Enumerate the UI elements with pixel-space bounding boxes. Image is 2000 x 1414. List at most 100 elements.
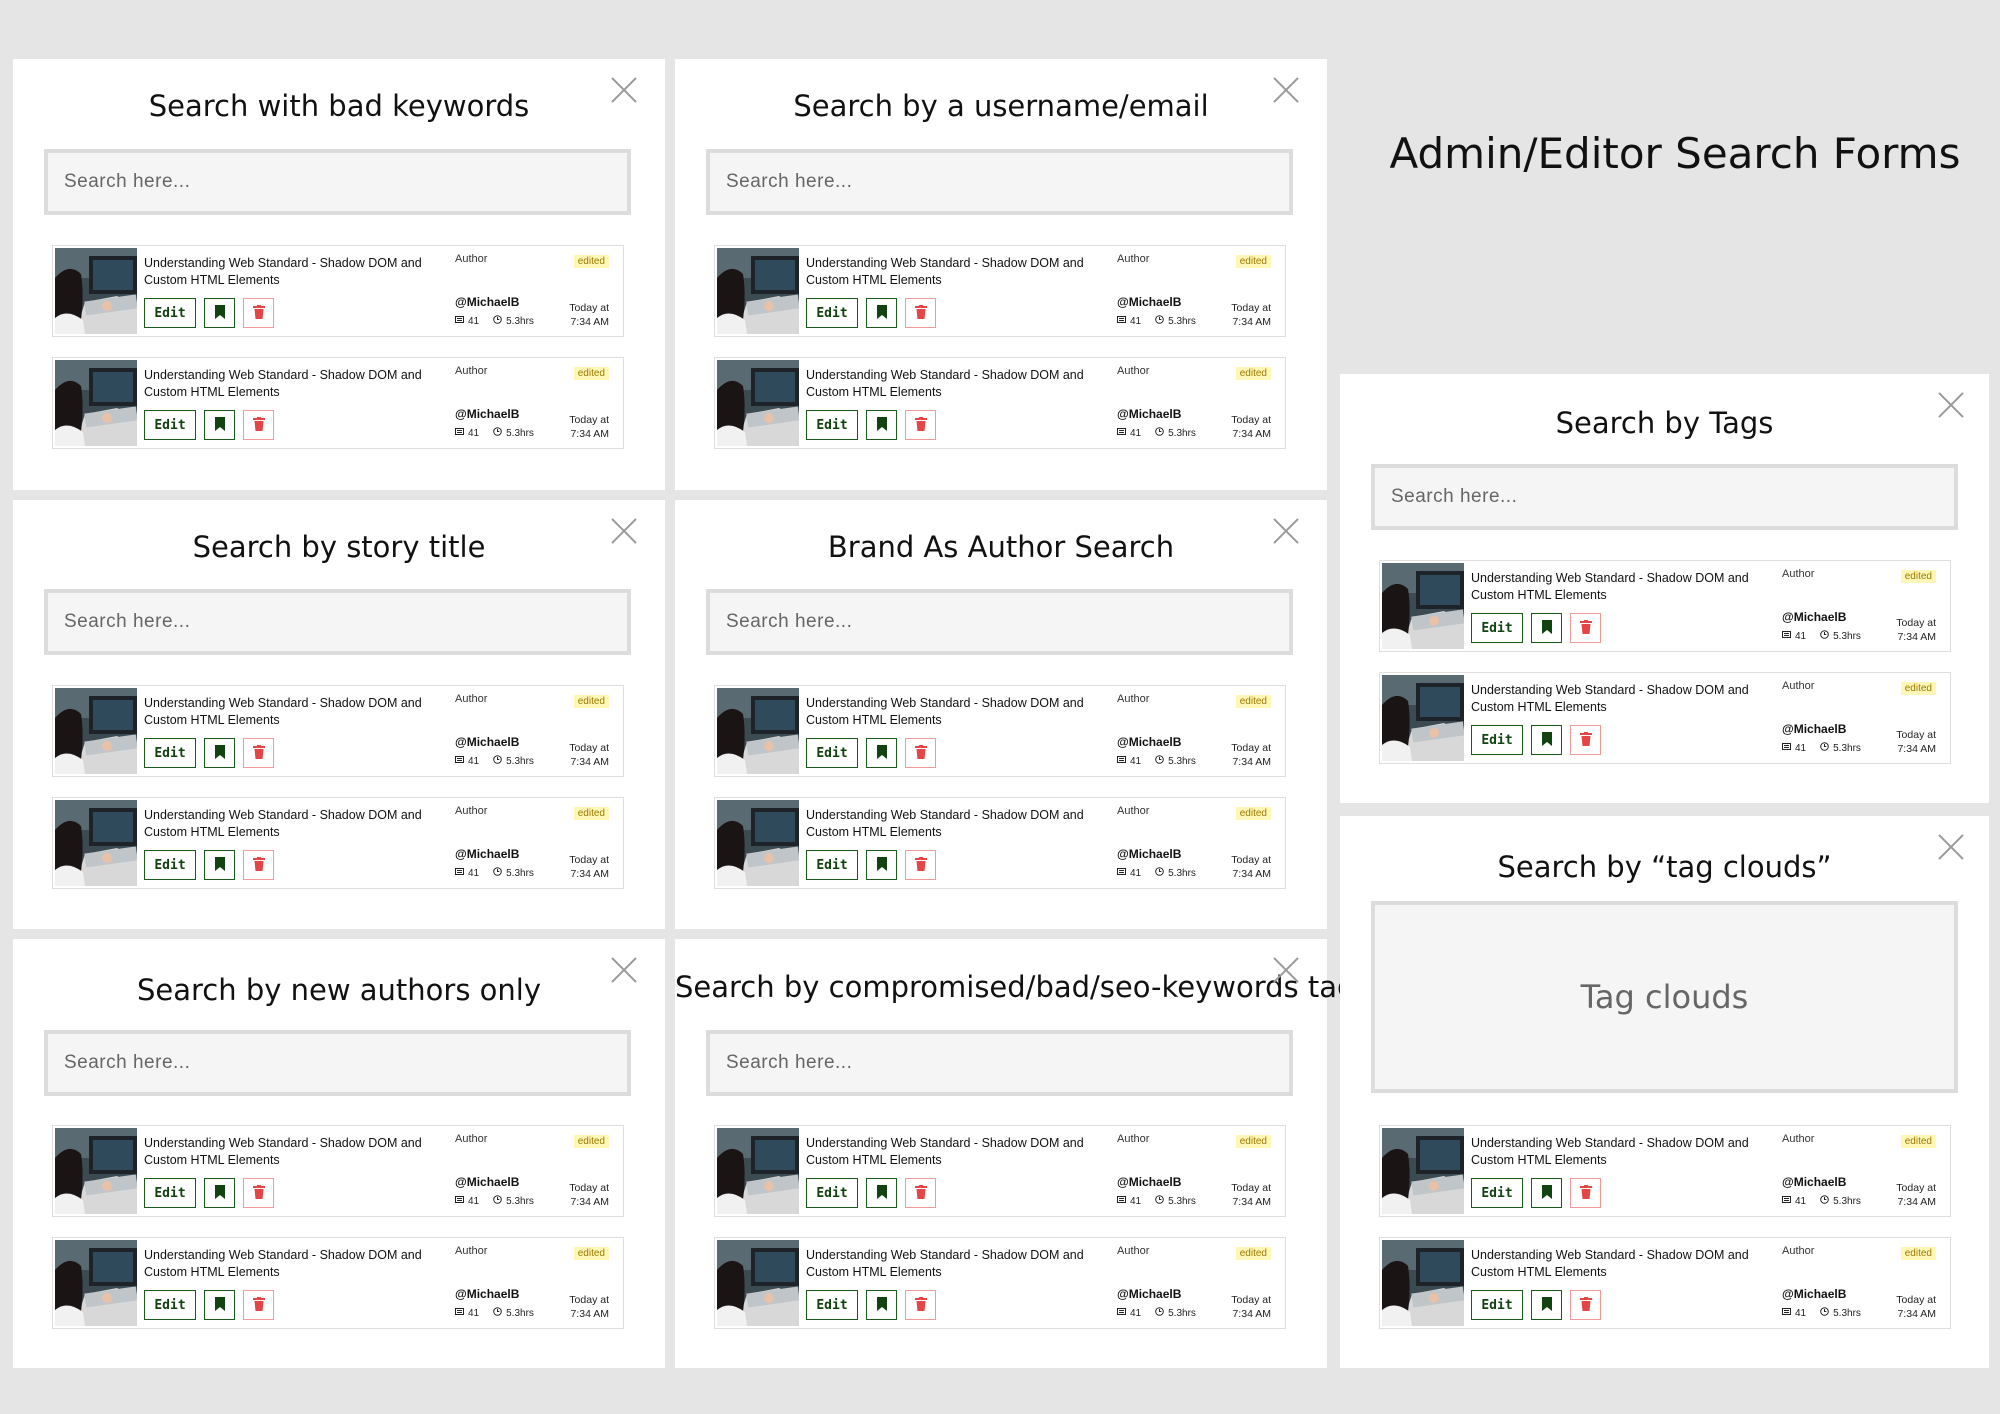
author-handle[interactable]: @MichaelB (455, 735, 519, 749)
bookmark-button[interactable] (1531, 1290, 1562, 1320)
close-icon[interactable] (1272, 517, 1300, 545)
search-input[interactable] (44, 1030, 631, 1096)
story-card[interactable]: Understanding Web Standard - Shadow DOM … (52, 245, 624, 337)
tag-cloud-area[interactable]: Tag clouds (1371, 901, 1958, 1093)
story-title[interactable]: Understanding Web Standard - Shadow DOM … (144, 367, 444, 401)
delete-button[interactable] (243, 410, 274, 440)
story-title[interactable]: Understanding Web Standard - Shadow DOM … (1471, 570, 1771, 604)
delete-button[interactable] (1570, 613, 1601, 643)
author-handle[interactable]: @MichaelB (1117, 1287, 1181, 1301)
delete-button[interactable] (905, 1290, 936, 1320)
delete-button[interactable] (1570, 1178, 1601, 1208)
close-icon[interactable] (1272, 956, 1300, 984)
author-handle[interactable]: @MichaelB (1117, 847, 1181, 861)
story-title[interactable]: Understanding Web Standard - Shadow DOM … (806, 807, 1106, 841)
bookmark-button[interactable] (1531, 613, 1562, 643)
story-title[interactable]: Understanding Web Standard - Shadow DOM … (144, 255, 444, 289)
story-title[interactable]: Understanding Web Standard - Shadow DOM … (1471, 682, 1771, 716)
author-handle[interactable]: @MichaelB (455, 847, 519, 861)
search-input[interactable] (706, 589, 1293, 655)
edit-button[interactable]: Edit (1471, 1290, 1523, 1320)
edit-button[interactable]: Edit (144, 410, 196, 440)
story-card[interactable]: Understanding Web Standard - Shadow DOM … (1379, 672, 1951, 764)
search-input[interactable] (706, 1030, 1293, 1096)
story-title[interactable]: Understanding Web Standard - Shadow DOM … (144, 1135, 444, 1169)
author-handle[interactable]: @MichaelB (455, 295, 519, 309)
author-handle[interactable]: @MichaelB (1782, 610, 1846, 624)
story-card[interactable]: Understanding Web Standard - Shadow DOM … (52, 797, 624, 889)
story-card[interactable]: Understanding Web Standard - Shadow DOM … (714, 245, 1286, 337)
bookmark-button[interactable] (204, 1290, 235, 1320)
edit-button[interactable]: Edit (806, 1178, 858, 1208)
story-card[interactable]: Understanding Web Standard - Shadow DOM … (52, 1125, 624, 1217)
close-icon[interactable] (1937, 391, 1965, 419)
delete-button[interactable] (243, 1178, 274, 1208)
story-card[interactable]: Understanding Web Standard - Shadow DOM … (52, 357, 624, 449)
close-icon[interactable] (610, 956, 638, 984)
author-handle[interactable]: @MichaelB (1782, 1175, 1846, 1189)
edit-button[interactable]: Edit (806, 1290, 858, 1320)
story-title[interactable]: Understanding Web Standard - Shadow DOM … (806, 255, 1106, 289)
author-handle[interactable]: @MichaelB (1117, 407, 1181, 421)
delete-button[interactable] (1570, 1290, 1601, 1320)
close-icon[interactable] (610, 76, 638, 104)
story-card[interactable]: Understanding Web Standard - Shadow DOM … (714, 685, 1286, 777)
bookmark-button[interactable] (866, 850, 897, 880)
delete-button[interactable] (905, 410, 936, 440)
story-card[interactable]: Understanding Web Standard - Shadow DOM … (714, 1125, 1286, 1217)
bookmark-button[interactable] (204, 850, 235, 880)
delete-button[interactable] (905, 850, 936, 880)
author-handle[interactable]: @MichaelB (1782, 1287, 1846, 1301)
close-icon[interactable] (1937, 833, 1965, 861)
delete-button[interactable] (243, 298, 274, 328)
story-title[interactable]: Understanding Web Standard - Shadow DOM … (144, 695, 444, 729)
delete-button[interactable] (905, 1178, 936, 1208)
bookmark-button[interactable] (866, 738, 897, 768)
search-input[interactable] (44, 149, 631, 215)
story-title[interactable]: Understanding Web Standard - Shadow DOM … (1471, 1247, 1771, 1281)
close-icon[interactable] (610, 517, 638, 545)
author-handle[interactable]: @MichaelB (1782, 722, 1846, 736)
bookmark-button[interactable] (866, 410, 897, 440)
bookmark-button[interactable] (866, 298, 897, 328)
bookmark-button[interactable] (204, 410, 235, 440)
story-card[interactable]: Understanding Web Standard - Shadow DOM … (714, 797, 1286, 889)
edit-button[interactable]: Edit (1471, 613, 1523, 643)
edit-button[interactable]: Edit (144, 298, 196, 328)
story-card[interactable]: Understanding Web Standard - Shadow DOM … (1379, 560, 1951, 652)
bookmark-button[interactable] (866, 1290, 897, 1320)
story-title[interactable]: Understanding Web Standard - Shadow DOM … (806, 1135, 1106, 1169)
edit-button[interactable]: Edit (806, 298, 858, 328)
story-title[interactable]: Understanding Web Standard - Shadow DOM … (806, 695, 1106, 729)
bookmark-button[interactable] (1531, 725, 1562, 755)
delete-button[interactable] (243, 1290, 274, 1320)
author-handle[interactable]: @MichaelB (455, 407, 519, 421)
search-input[interactable] (44, 589, 631, 655)
story-card[interactable]: Understanding Web Standard - Shadow DOM … (714, 1237, 1286, 1329)
search-input[interactable] (1371, 464, 1958, 530)
author-handle[interactable]: @MichaelB (1117, 1175, 1181, 1189)
delete-button[interactable] (905, 298, 936, 328)
edit-button[interactable]: Edit (144, 1290, 196, 1320)
bookmark-button[interactable] (866, 1178, 897, 1208)
story-card[interactable]: Understanding Web Standard - Shadow DOM … (1379, 1237, 1951, 1329)
edit-button[interactable]: Edit (1471, 725, 1523, 755)
edit-button[interactable]: Edit (144, 1178, 196, 1208)
author-handle[interactable]: @MichaelB (1117, 735, 1181, 749)
story-title[interactable]: Understanding Web Standard - Shadow DOM … (1471, 1135, 1771, 1169)
close-icon[interactable] (1272, 76, 1300, 104)
bookmark-button[interactable] (1531, 1178, 1562, 1208)
edit-button[interactable]: Edit (806, 850, 858, 880)
bookmark-button[interactable] (204, 1178, 235, 1208)
edit-button[interactable]: Edit (144, 738, 196, 768)
author-handle[interactable]: @MichaelB (455, 1175, 519, 1189)
delete-button[interactable] (1570, 725, 1601, 755)
bookmark-button[interactable] (204, 298, 235, 328)
edit-button[interactable]: Edit (806, 410, 858, 440)
story-card[interactable]: Understanding Web Standard - Shadow DOM … (1379, 1125, 1951, 1217)
edit-button[interactable]: Edit (806, 738, 858, 768)
author-handle[interactable]: @MichaelB (1117, 295, 1181, 309)
search-input[interactable] (706, 149, 1293, 215)
edit-button[interactable]: Edit (144, 850, 196, 880)
bookmark-button[interactable] (204, 738, 235, 768)
